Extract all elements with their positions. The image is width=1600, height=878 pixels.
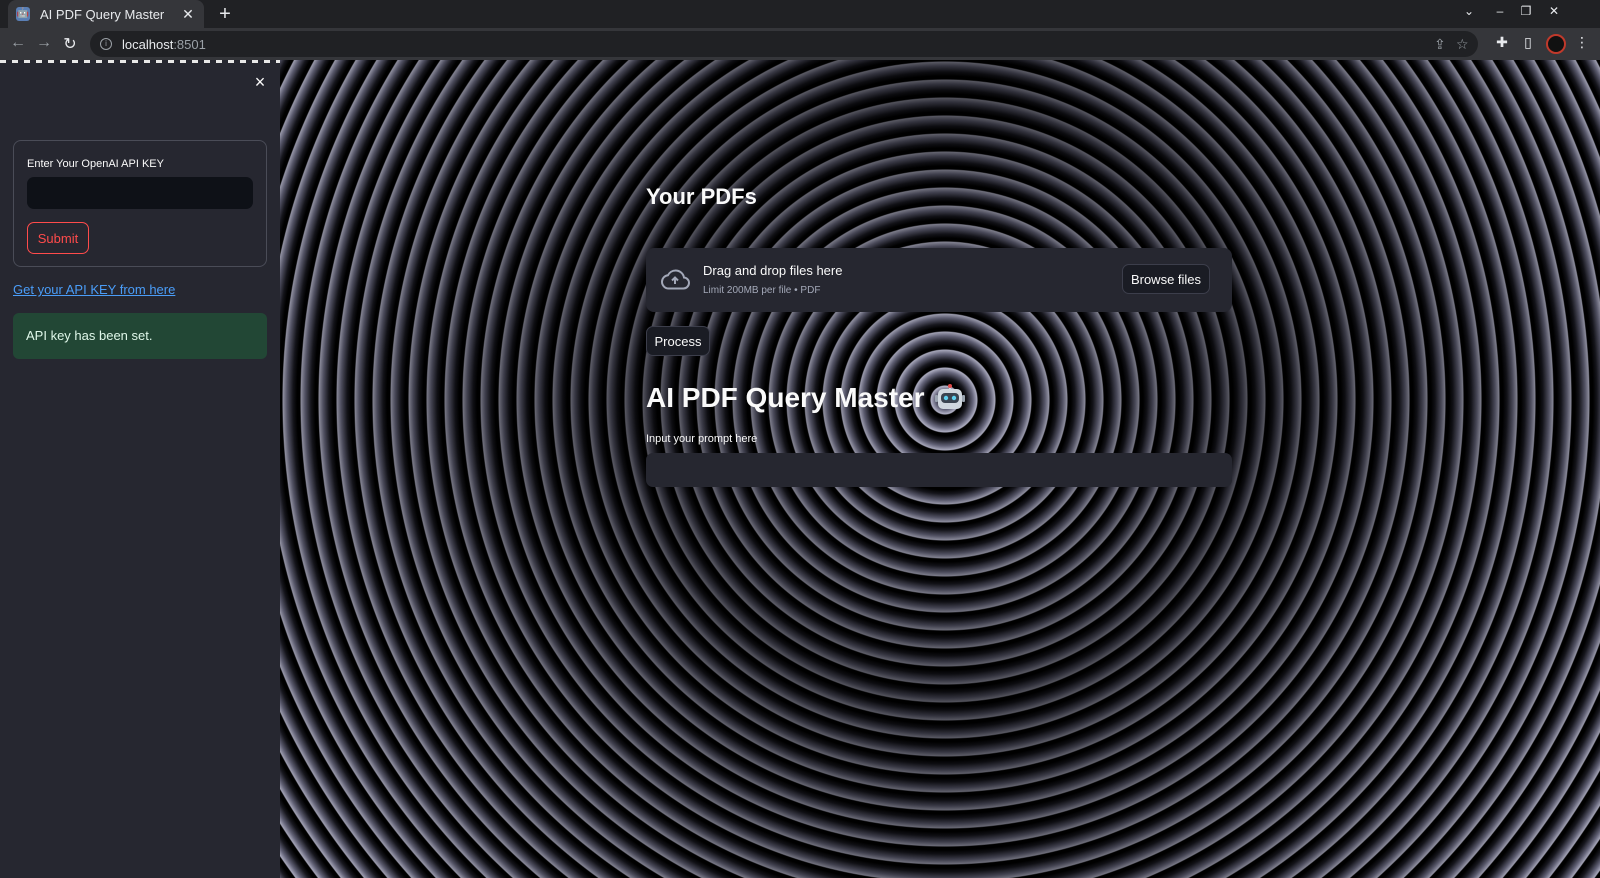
robot-icon [934,384,965,409]
tab-search-icon[interactable]: ⌄ [1460,4,1478,18]
main-content: Your PDFs Drag and drop files here Limit… [280,60,1600,878]
new-tab-button[interactable]: + [214,3,236,25]
close-window-icon[interactable]: ✕ [1545,4,1563,18]
success-alert: API key has been set. [13,313,267,359]
prompt-input[interactable] [646,453,1232,487]
tab-title: AI PDF Query Master [40,6,165,22]
info-icon[interactable]: i [100,38,112,50]
running-indicator [0,60,280,63]
api-key-input[interactable] [27,177,253,209]
file-uploader-dropzone[interactable]: Drag and drop files here Limit 200MB per… [646,248,1232,312]
sidebar: × Enter Your OpenAI API KEY Submit Get y… [0,60,280,878]
app-title: AI PDF Query Master [646,382,965,414]
back-icon[interactable]: ← [6,34,30,52]
browser-tab[interactable]: 🤖 AI PDF Query Master ✕ [8,0,204,28]
address-bar[interactable]: i localhost:8501 ⇪ ☆ [90,31,1478,57]
star-icon[interactable]: ☆ [1456,36,1469,53]
api-key-label: Enter Your OpenAI API KEY [27,158,164,170]
api-key-form: Enter Your OpenAI API KEY Submit [13,140,267,267]
cloud-upload-icon [660,269,690,290]
extensions-icon[interactable]: ✚ [1493,34,1511,51]
streamlit-app: × Enter Your OpenAI API KEY Submit Get y… [0,60,1600,878]
browser-tab-bar: 🤖 AI PDF Query Master ✕ + ⌄ – ❐ ✕ [0,0,1600,28]
submit-button[interactable]: Submit [27,222,89,254]
favicon-icon: 🤖 [16,7,30,21]
url-port: :8501 [173,36,206,52]
share-icon[interactable]: ⇪ [1434,36,1446,53]
tab-close-icon[interactable]: ✕ [180,6,196,23]
forward-icon[interactable]: → [32,34,56,52]
restore-icon[interactable]: ❐ [1517,4,1535,18]
pdfs-heading: Your PDFs [646,184,757,209]
process-button[interactable]: Process [646,326,710,356]
sidepanel-icon[interactable]: ▯ [1519,34,1537,51]
app-title-text: AI PDF Query Master [646,382,925,413]
api-key-link[interactable]: Get your API KEY from here [13,282,175,297]
url-host: localhost [122,36,174,52]
dropzone-title: Drag and drop files here [703,263,843,278]
profile-avatar[interactable] [1546,34,1566,54]
sidebar-close-icon[interactable]: × [250,72,270,92]
menu-icon[interactable]: ⋮ [1573,34,1591,51]
reload-icon[interactable]: ↻ [58,34,82,54]
prompt-label: Input your prompt here [646,433,758,445]
dropzone-subtitle: Limit 200MB per file • PDF [703,285,821,296]
minimize-icon[interactable]: – [1491,4,1509,18]
browse-files-button[interactable]: Browse files [1122,264,1210,294]
browser-toolbar: ← → ↻ i localhost:8501 ⇪ ☆ ✚ ▯ ⋮ [0,28,1600,60]
